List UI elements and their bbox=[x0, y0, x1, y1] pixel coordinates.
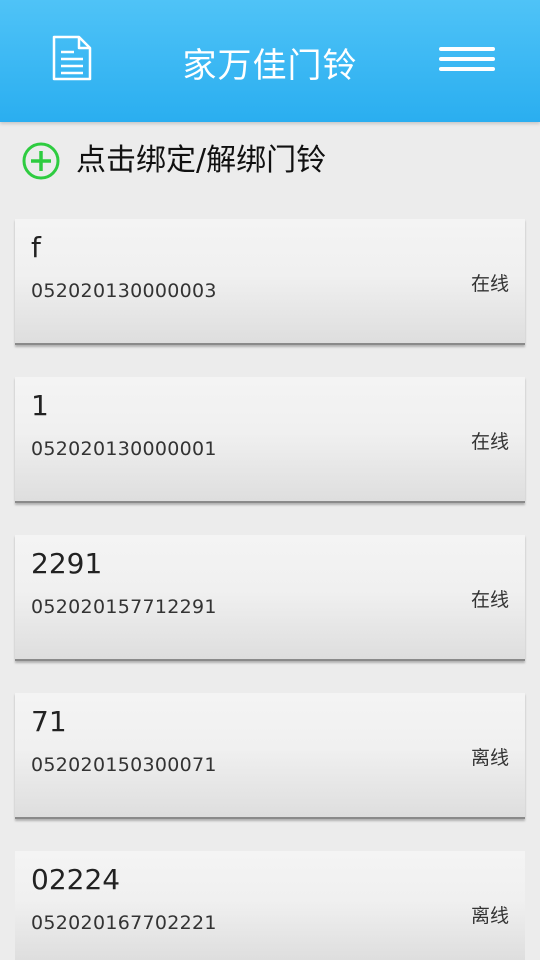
device-card[interactable]: f 052020130000003 在线 bbox=[15, 219, 525, 345]
device-status: 离线 bbox=[470, 905, 509, 927]
device-status: 在线 bbox=[470, 273, 509, 295]
device-name: f bbox=[31, 231, 41, 264]
bind-doorbell-button[interactable]: 点击绑定/解绑门铃 bbox=[0, 140, 540, 184]
device-name: 02224 bbox=[31, 863, 121, 896]
app-screen: 家万佳门铃 点击绑定/解绑门铃 f 052020130000003 在线 1 0… bbox=[0, 0, 540, 960]
device-id: 052020130000001 bbox=[31, 438, 217, 460]
device-id: 052020150300071 bbox=[31, 754, 217, 776]
device-card[interactable]: 02224 052020167702221 离线 bbox=[15, 851, 525, 960]
device-name: 71 bbox=[31, 705, 67, 738]
device-status: 在线 bbox=[470, 431, 509, 453]
device-card[interactable]: 2291 052020157712291 在线 bbox=[15, 535, 525, 661]
device-name: 1 bbox=[31, 389, 49, 422]
device-card[interactable]: 1 052020130000001 在线 bbox=[15, 377, 525, 503]
plus-circle-icon bbox=[22, 142, 60, 180]
device-id: 052020167702221 bbox=[31, 912, 217, 934]
device-id: 052020157712291 bbox=[31, 596, 217, 618]
menu-icon[interactable] bbox=[439, 46, 495, 72]
device-id: 052020130000003 bbox=[31, 280, 217, 302]
device-status: 在线 bbox=[470, 589, 509, 611]
bind-doorbell-label: 点击绑定/解绑门铃 bbox=[76, 143, 327, 178]
app-header: 家万佳门铃 bbox=[0, 0, 540, 122]
device-card[interactable]: 71 052020150300071 离线 bbox=[15, 693, 525, 819]
device-name: 2291 bbox=[31, 547, 103, 580]
device-status: 离线 bbox=[470, 747, 509, 769]
